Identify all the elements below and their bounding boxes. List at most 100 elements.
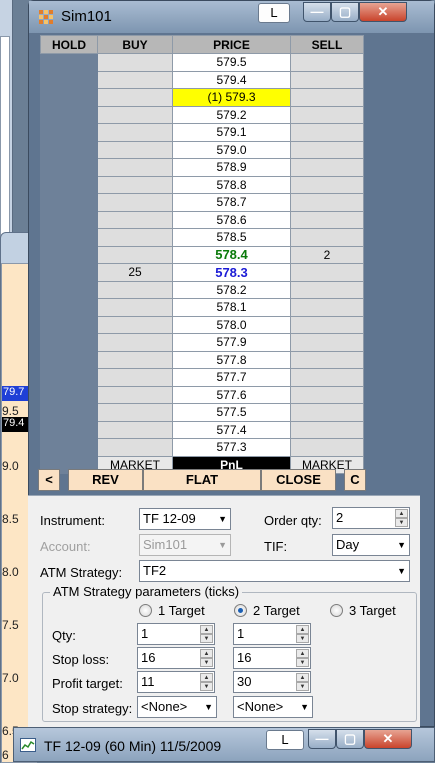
link-button[interactable]: L [258, 3, 290, 23]
instrument-select[interactable]: TF 12-09 ▼ [139, 508, 231, 530]
sell-cell[interactable] [290, 438, 364, 457]
buy-cell[interactable] [97, 298, 173, 317]
target-1-qty-stepper[interactable]: 1 ▲ ▼ [137, 623, 215, 645]
sell-cell[interactable] [290, 385, 364, 404]
sell-cell[interactable] [290, 105, 364, 124]
buy-cell[interactable] [97, 193, 173, 212]
tif-select[interactable]: Day ▼ [332, 534, 410, 556]
cancel-orders-button[interactable]: C [344, 469, 366, 491]
target-2-qty-stepper[interactable]: 1 ▲ ▼ [233, 623, 311, 645]
buy-cell[interactable] [97, 210, 173, 229]
tif-label: TIF: [264, 539, 288, 554]
sell-cell[interactable] [290, 315, 364, 334]
sell-cell[interactable] [290, 123, 364, 142]
spin-up-icon[interactable]: ▲ [296, 673, 309, 682]
spin-up-icon[interactable]: ▲ [395, 509, 408, 518]
stop-loss-label: Stop loss: [52, 652, 110, 667]
sell-cell[interactable] [290, 403, 364, 422]
order-qty-stepper[interactable]: 2 ▲ ▼ [332, 507, 410, 529]
sell-cell[interactable] [290, 350, 364, 369]
buy-cell[interactable] [97, 350, 173, 369]
sell-cell[interactable] [290, 263, 364, 282]
minimize-button[interactable]: — [303, 2, 331, 22]
chart-window-titlebar[interactable]: TF 12-09 (60 Min) 11/5/2009 L — ▢ ✕ [13, 727, 435, 762]
spin-up-icon[interactable]: ▲ [200, 649, 213, 658]
target-1-stop-loss-stepper[interactable]: 16 ▲ ▼ [137, 647, 215, 669]
sell-cell[interactable] [290, 193, 364, 212]
sell-cell[interactable] [290, 210, 364, 229]
spin-down-icon[interactable]: ▼ [296, 634, 309, 643]
target-2-radio[interactable] [234, 604, 247, 617]
sell-cell[interactable]: 2 [290, 245, 364, 264]
sell-cell[interactable] [290, 158, 364, 177]
buy-cell[interactable] [97, 280, 173, 299]
atm-strategy-select[interactable]: TF2 ▼ [139, 560, 410, 582]
order-entry-panel: Instrument: TF 12-09 ▼ Order qty: 2 ▲ ▼ Ac… [28, 495, 420, 727]
sell-cell[interactable] [290, 280, 364, 299]
spin-down-icon[interactable]: ▼ [296, 658, 309, 667]
maximize-button[interactable]: ▢ [331, 2, 359, 22]
account-label: Account: [40, 539, 91, 554]
chevron-down-icon: ▼ [397, 566, 406, 576]
spin-up-icon[interactable]: ▲ [200, 673, 213, 682]
target-1-label[interactable]: 1 Target [158, 603, 205, 618]
sell-cell[interactable] [290, 298, 364, 317]
target-2-profit-target-stepper[interactable]: 30 ▲ ▼ [233, 671, 311, 693]
spin-down-icon[interactable]: ▼ [200, 658, 213, 667]
buy-cell[interactable] [97, 245, 173, 264]
sell-cell[interactable] [290, 53, 364, 72]
buy-cell[interactable] [97, 315, 173, 334]
spin-down-icon[interactable]: ▼ [395, 518, 408, 527]
title-bar[interactable]: Sim101 L — ▢ ✕ [29, 1, 434, 33]
buy-cell[interactable] [97, 420, 173, 439]
buy-cell[interactable] [97, 175, 173, 194]
target-1-profit-target-stepper[interactable]: 11 ▲ ▼ [137, 671, 215, 693]
minimize-button[interactable]: — [308, 729, 336, 749]
buy-cell[interactable] [97, 228, 173, 247]
buy-cell[interactable] [97, 403, 173, 422]
target-2-stop-strategy-select[interactable]: <None> ▼ [233, 696, 313, 718]
close-button[interactable]: ✕ [359, 2, 407, 22]
target-1-radio[interactable] [139, 604, 152, 617]
sell-cell[interactable] [290, 88, 364, 107]
target-3-label[interactable]: 3 Target [349, 603, 396, 618]
sell-cell[interactable] [290, 333, 364, 352]
price-cell: 577.6 [172, 385, 291, 404]
spin-up-icon[interactable]: ▲ [200, 625, 213, 634]
reverse-button[interactable]: REV [68, 469, 143, 491]
maximize-button[interactable]: ▢ [336, 729, 364, 749]
sell-cell[interactable] [290, 420, 364, 439]
buy-cell[interactable] [97, 123, 173, 142]
close-button[interactable]: ✕ [364, 729, 412, 749]
spin-down-icon[interactable]: ▼ [296, 682, 309, 691]
buy-cell[interactable] [97, 105, 173, 124]
buy-cell[interactable]: 25 [97, 263, 173, 282]
spin-down-icon[interactable]: ▼ [200, 634, 213, 643]
sell-cell[interactable] [290, 140, 364, 159]
buy-cell[interactable] [97, 53, 173, 72]
buy-cell[interactable] [97, 70, 173, 89]
target-2-stop-loss-stepper[interactable]: 16 ▲ ▼ [233, 647, 311, 669]
sell-cell[interactable] [290, 70, 364, 89]
buy-cell[interactable] [97, 438, 173, 457]
buy-cell[interactable] [97, 158, 173, 177]
link-button[interactable]: L [266, 730, 304, 750]
sell-cell[interactable] [290, 228, 364, 247]
flatten-button[interactable]: FLAT [143, 469, 261, 491]
target-2-label[interactable]: 2 Target [253, 603, 300, 618]
buy-cell[interactable] [97, 385, 173, 404]
spin-down-icon[interactable]: ▼ [200, 682, 213, 691]
collapse-button[interactable]: < [38, 469, 60, 491]
buy-cell[interactable] [97, 88, 173, 107]
sell-cell[interactable] [290, 175, 364, 194]
target-1-stop-strategy-select[interactable]: <None> ▼ [137, 696, 217, 718]
buy-cell[interactable] [97, 140, 173, 159]
sell-cell[interactable] [290, 368, 364, 387]
buy-cell[interactable] [97, 368, 173, 387]
close-position-button[interactable]: CLOSE [261, 469, 336, 491]
target-3-radio[interactable] [330, 604, 343, 617]
spin-up-icon[interactable]: ▲ [296, 649, 309, 658]
price-cell: 578.8 [172, 175, 291, 194]
buy-cell[interactable] [97, 333, 173, 352]
spin-up-icon[interactable]: ▲ [296, 625, 309, 634]
